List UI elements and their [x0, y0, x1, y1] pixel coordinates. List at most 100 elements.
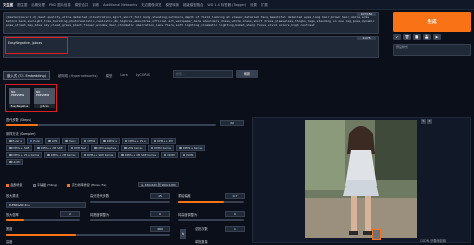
sampler-option-label: DPM++ 2M Karras: [50, 152, 76, 157]
highlight-box-cards: [5, 84, 57, 112]
extra-tab-3[interactable]: Lora: [120, 73, 127, 77]
sampler-option[interactable]: DPM++ 2S a Karras: [6, 152, 43, 158]
sampler-option[interactable]: DPM++ 2M Karras: [44, 152, 79, 158]
sampler-option[interactable]: DPM2 a: [100, 138, 120, 144]
tool-icon[interactable]: 💾: [423, 34, 431, 40]
radio-dot: [29, 139, 33, 142]
radio-dot: [179, 146, 182, 149]
generated-image[interactable]: [305, 120, 417, 238]
steps-input[interactable]: 22: [220, 120, 244, 126]
prompt-token-counter: 107/150: [357, 12, 376, 16]
width-label: 宽度: [6, 227, 13, 231]
sampler-option-label: DPM++ SDE: [12, 145, 30, 150]
sampler-option-label: DPM2: [87, 138, 96, 143]
search-input[interactable]: 搜索...: [173, 70, 233, 78]
radio-dot: [94, 146, 97, 149]
tab-2[interactable]: 后期处理: [31, 2, 45, 7]
option-checkbox[interactable]: 平铺图 (Tiling): [32, 183, 57, 187]
upscaler-label: 放大算法: [6, 194, 19, 198]
extra-tab-0[interactable]: 嵌入式 (T.I. Embedding): [3, 70, 51, 80]
prompt-textarea[interactable]: (masterpiece:1.2),best quality,ultra-det…: [3, 12, 379, 34]
steps-slider[interactable]: [6, 124, 216, 126]
sampler-option[interactable]: DPM2 a Karras: [176, 145, 206, 151]
sampler-option[interactable]: UniPC: [6, 159, 24, 165]
radio-dot: [37, 146, 40, 149]
sampler-option[interactable]: DPM++ 2M SDE: [34, 145, 66, 151]
tab-12[interactable]: 扩展: [261, 2, 268, 7]
image-toolbar: ✎ ✕: [421, 119, 432, 124]
batch-size-label: 单批数量: [195, 240, 208, 244]
sampler-option[interactable]: Euler: [26, 138, 44, 144]
sampler-option[interactable]: DPM++ 2M: [150, 138, 176, 144]
scale-input[interactable]: 2: [60, 211, 80, 217]
sampler-option[interactable]: DPM++ SDE: [6, 145, 33, 151]
width-input[interactable]: 480: [150, 226, 170, 232]
batch-count-input[interactable]: 1: [225, 226, 245, 232]
radio-dot: [9, 139, 12, 142]
denoise-input[interactable]: 0.7: [225, 193, 245, 199]
sampler-option-label: DPM++ 2M: [157, 138, 173, 143]
sampler-option[interactable]: Euler a: [6, 138, 25, 144]
sampler-option[interactable]: DPM2: [80, 138, 99, 144]
resize-height-input[interactable]: 0: [225, 211, 245, 217]
extra-tab-1[interactable]: 超网络 (Hypernetworks): [58, 73, 98, 78]
steps-slider-fill: [6, 124, 38, 126]
tab-9[interactable]: 超级模型融合: [183, 2, 203, 7]
sampler-option-label: UniPC: [12, 159, 21, 164]
sampler-option-label: LMS Karras: [127, 145, 143, 150]
extra-tab-4[interactable]: LyCORIS: [136, 73, 150, 77]
tab-0[interactable]: 文生图: [3, 2, 13, 7]
option-checkbox[interactable]: 面部修复: [6, 183, 23, 187]
generate-button[interactable]: 生成: [393, 12, 471, 32]
highlight-box-negative: [5, 37, 68, 54]
sampler-option[interactable]: LMS Karras: [121, 145, 146, 151]
sampler-option[interactable]: LMS: [45, 138, 61, 144]
resize-height-slider[interactable]: [178, 219, 244, 221]
option-checkbox[interactable]: 高分辨率修复 (Hires. fix): [67, 183, 106, 187]
sampler-option-label: DPM++ 2S a: [128, 138, 146, 143]
hires-steps-slider[interactable]: [90, 201, 170, 203]
sampler-option[interactable]: DDIM: [160, 152, 178, 158]
image-tool-icon[interactable]: ✎: [421, 119, 426, 124]
tab-8[interactable]: 模型转换: [165, 2, 179, 7]
sampler-option-label: DPM++ 2M SDE Karras: [124, 152, 156, 157]
tab-10[interactable]: WD 1.4 标签器 (Tagger): [207, 2, 246, 7]
sampler-option[interactable]: DPM2 Karras: [147, 145, 175, 151]
tab-11[interactable]: 设置: [250, 2, 257, 7]
tool-icon[interactable]: ▶: [433, 34, 441, 40]
options-checkboxes: 面部修复 平铺图 (Tiling) 高分辨率修复 (Hires. fix): [6, 183, 106, 187]
radio-dot: [70, 146, 74, 149]
tool-icon[interactable]: 🗑: [403, 34, 411, 40]
sampler-option[interactable]: Heun: [62, 138, 79, 144]
radio-dot: [150, 146, 154, 149]
hires-steps-input[interactable]: 15: [150, 193, 170, 199]
sampler-option[interactable]: PLMS: [179, 152, 197, 158]
tab-4[interactable]: 模型合并: [75, 2, 89, 7]
tab-3[interactable]: PNG 图片信息: [49, 2, 71, 7]
sampler-option-label: Euler: [33, 138, 41, 143]
sampler-option[interactable]: DPM adaptive: [91, 145, 120, 151]
sampler-option[interactable]: DPM++ SDE Karras: [80, 152, 117, 158]
swap-dimensions-icon[interactable]: ⇅: [180, 229, 186, 239]
tool-icon[interactable]: 📋: [413, 34, 421, 40]
tool-icon[interactable]: ↙: [393, 34, 401, 40]
batch-count-label: 总批次数: [195, 227, 208, 231]
sampler-option[interactable]: DPM++ 2M SDE Karras: [118, 152, 159, 158]
image-tool-icon[interactable]: ✕: [427, 119, 432, 124]
sampler-option-label: DPM++ 2M SDE: [40, 145, 63, 150]
gallery-thumbnail[interactable]: [372, 229, 381, 240]
sampler-option[interactable]: DPM++ 2S a: [121, 138, 149, 144]
tab-6[interactable]: Additional Networks: [103, 3, 137, 7]
refresh-button[interactable]: 刷新: [236, 70, 258, 78]
tab-1[interactable]: 图生图: [17, 2, 27, 7]
upscaler-select[interactable]: R-ESRGAN 4x+: [6, 202, 86, 208]
radio-dot: [48, 139, 51, 142]
resize-width-input[interactable]: 0: [150, 211, 170, 217]
resize-width-slider[interactable]: [90, 219, 170, 221]
tab-5[interactable]: 训练: [92, 2, 99, 7]
sampler-option[interactable]: DPM fast: [67, 145, 89, 151]
hires-steps-label: 高分迭代步数: [90, 194, 110, 198]
tab-7[interactable]: 无边图像浏览: [141, 2, 161, 7]
extra-tab-2[interactable]: 模型: [106, 73, 113, 78]
sampler-label: 采样方法 (Sampler): [6, 132, 36, 136]
